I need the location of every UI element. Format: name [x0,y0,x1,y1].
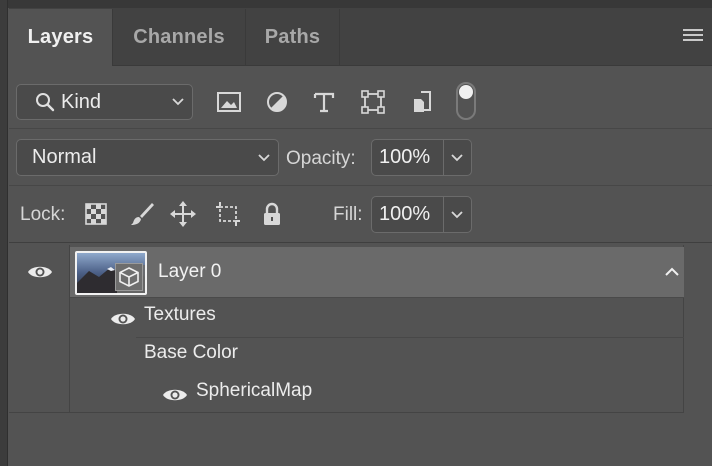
chevron-down-icon[interactable] [451,210,463,219]
sublayer-textures[interactable]: Textures [144,304,216,326]
panel-top-strip [0,0,712,8]
chevron-down-icon [172,98,184,106]
collapse-layer-chevron-up-icon[interactable] [663,263,681,281]
opacity-value[interactable]: 100% [379,146,430,169]
filter-kind-label: Kind [61,90,102,113]
lock-transparent-pixels-icon[interactable] [84,202,108,226]
panel-left-edge [0,0,8,466]
spherical-map-visibility-eye-icon[interactable] [161,385,189,405]
lock-position-icon[interactable] [169,200,197,228]
opacity-field[interactable]: 100% [371,139,472,176]
panel-menu-icon[interactable] [683,29,703,45]
filter-kind-select[interactable]: Kind [16,84,193,120]
lock-all-icon[interactable] [259,200,285,228]
filter-toggle-switch[interactable] [456,82,476,120]
lock-image-pixels-icon[interactable] [128,200,156,228]
tab-layers[interactable]: Layers [9,9,113,66]
layer-visibility-eye-icon[interactable] [26,262,54,282]
sublayer-base-color[interactable]: Base Color [144,342,238,364]
tab-paths[interactable]: Paths [246,9,340,66]
search-icon [36,93,55,112]
divider [9,185,712,186]
chevron-down-icon[interactable] [451,153,463,162]
filter-adjustment-icon[interactable] [263,88,291,116]
fill-label: Fill: [333,204,363,225]
divider [136,337,684,338]
layer-name[interactable]: Layer 0 [158,261,221,283]
tab-channels[interactable]: Channels [113,9,246,66]
lock-artboard-icon[interactable] [214,200,242,228]
divider [9,128,712,129]
filter-smart-object-icon[interactable] [408,88,436,116]
opacity-label: Opacity: [286,148,356,169]
divider [9,412,684,413]
fill-field[interactable]: 100% [371,196,472,233]
sublayer-spherical-map[interactable]: SphericalMap [196,380,312,402]
chevron-down-icon [258,153,270,161]
fill-value[interactable]: 100% [379,203,430,226]
toggle-knob [459,85,473,99]
blend-mode-select[interactable]: Normal [16,139,279,176]
divider [9,242,712,243]
filter-shape-icon[interactable] [359,88,387,116]
filter-type-icon[interactable] [310,88,338,116]
divider [70,297,684,298]
lock-label: Lock: [20,204,66,225]
3d-layer-icon [115,263,143,291]
blend-mode-label: Normal [32,146,97,168]
textures-visibility-eye-icon[interactable] [109,309,137,329]
filter-pixel-icon[interactable] [216,89,242,115]
